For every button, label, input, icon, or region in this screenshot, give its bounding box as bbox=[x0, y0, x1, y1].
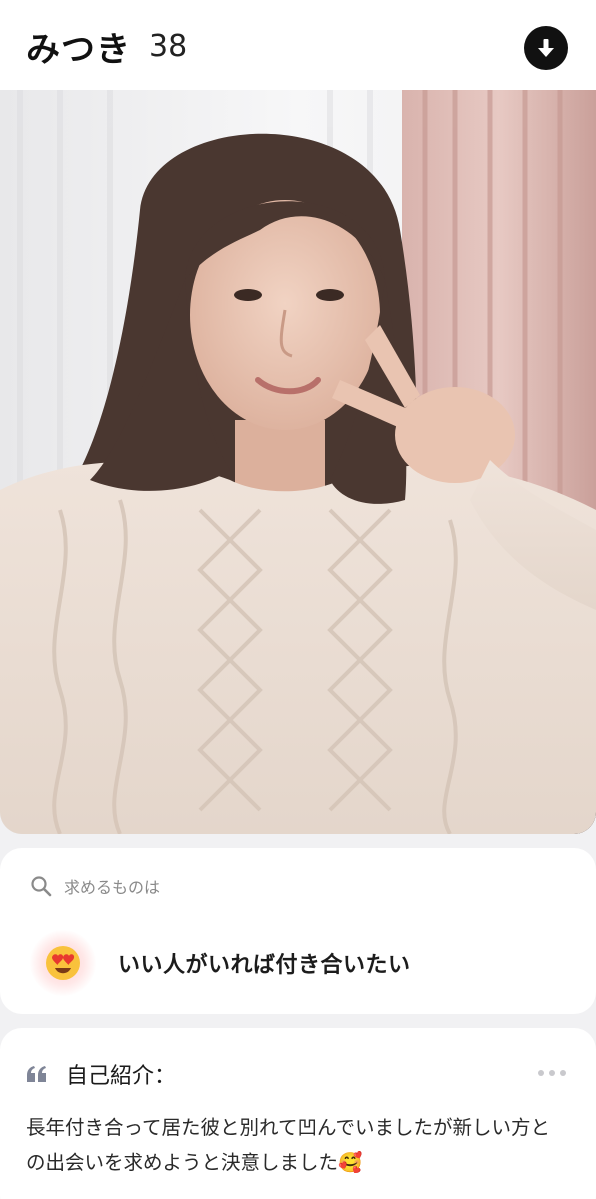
download-arrow-icon bbox=[538, 39, 554, 57]
looking-for-card: 求めるものは いい人がいれば付き合いたい bbox=[0, 848, 596, 1014]
more-options-icon[interactable] bbox=[538, 1070, 566, 1076]
profile-name: みつき bbox=[26, 29, 131, 70]
looking-for-label: 求めるものは bbox=[64, 878, 161, 897]
profile-page: みつき 38 求めるものは いい人がいれば付き合いたい 自己紹介： 長年付き合っ… bbox=[0, 0, 596, 1199]
profile-photo-image bbox=[0, 90, 596, 834]
looking-for-label-row: 求めるものは bbox=[30, 874, 160, 898]
profile-header: みつき 38 bbox=[0, 0, 596, 92]
profile-age: 38 bbox=[149, 28, 188, 64]
download-button[interactable] bbox=[524, 26, 568, 70]
self-intro-title: 自己紹介： bbox=[66, 1064, 177, 1089]
looking-for-value-row: いい人がいれば付き合いたい bbox=[30, 930, 411, 996]
self-intro-header: 自己紹介： bbox=[26, 1058, 176, 1090]
search-icon bbox=[31, 876, 52, 897]
looking-for-value: いい人がいれば付き合いたい bbox=[118, 953, 411, 978]
profile-photo[interactable] bbox=[0, 90, 596, 834]
heart-eyes-emoji-icon bbox=[30, 930, 96, 996]
self-intro-card: 自己紹介： 長年付き合って居た彼と別れて凹んでいましたが新しい方との出会いを求め… bbox=[0, 1028, 596, 1199]
self-intro-body: 長年付き合って居た彼と別れて凹んでいましたが新しい方との出会いを求めようと決意し… bbox=[26, 1116, 550, 1174]
quote-icon bbox=[27, 1066, 46, 1082]
